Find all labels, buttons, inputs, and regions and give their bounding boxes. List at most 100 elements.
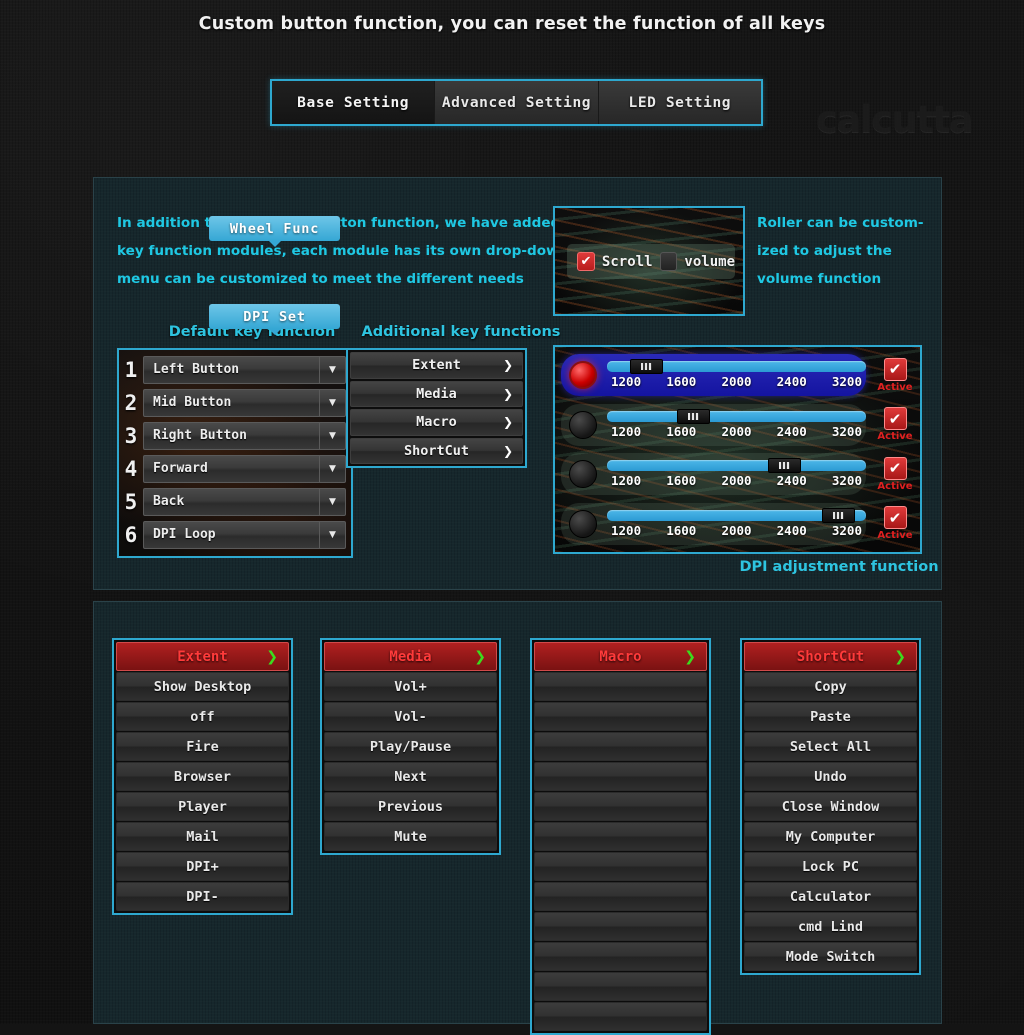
dpi-slider-handle[interactable] xyxy=(630,359,664,374)
dpi-led-indicator[interactable] xyxy=(569,361,597,389)
dpi-active-toggle[interactable]: ✔ Active xyxy=(874,407,916,442)
list-item[interactable]: Close Window xyxy=(744,792,917,821)
list-item[interactable] xyxy=(534,672,707,701)
extent-list-header[interactable]: Extent ❯ xyxy=(116,642,289,671)
tab-base-setting[interactable]: Base Setting xyxy=(272,81,436,124)
list-item[interactable] xyxy=(534,882,707,911)
dpi-led-indicator[interactable] xyxy=(569,410,597,439)
list-item[interactable]: Undo xyxy=(744,762,917,791)
chevron-down-icon[interactable]: ▼ xyxy=(319,422,345,449)
list-item[interactable]: Player xyxy=(116,792,289,821)
macro-dropdown-list: Macro ❯ xyxy=(530,638,711,1035)
list-item[interactable]: DPI- xyxy=(116,882,289,911)
key-dropdown-6[interactable]: DPI Loop ▼ xyxy=(143,520,346,549)
list-item[interactable] xyxy=(534,972,707,1001)
dpi-row-2[interactable]: 1200 1600 2000 2400 3200 ✔ Active xyxy=(559,402,916,448)
additional-key-extent[interactable]: Extent ❯ xyxy=(350,352,523,379)
list-item[interactable]: Vol- xyxy=(324,702,497,731)
list-item[interactable]: Copy xyxy=(744,672,917,701)
list-item[interactable]: Fire xyxy=(116,732,289,761)
list-item[interactable]: Calculator xyxy=(744,882,917,911)
list-item[interactable]: Previous xyxy=(324,792,497,821)
active-label: Active xyxy=(877,480,913,492)
dpi-slider-track[interactable] xyxy=(607,507,866,523)
list-item[interactable]: Browser xyxy=(116,762,289,791)
chevron-down-icon[interactable]: ▼ xyxy=(319,389,345,416)
dpi-adjustment-caption: DPI adjustment function xyxy=(739,559,939,575)
list-item[interactable]: Play/Pause xyxy=(324,732,497,761)
additional-key-macro[interactable]: Macro ❯ xyxy=(350,409,523,436)
dpi-slider-4[interactable]: 1200 1600 2000 2400 3200 xyxy=(607,507,866,538)
list-item-label: Next xyxy=(394,768,427,785)
list-item[interactable]: off xyxy=(116,702,289,731)
dpi-row-3[interactable]: 1200 1600 2000 2400 3200 ✔ Active xyxy=(559,451,916,497)
list-item[interactable]: Next xyxy=(324,762,497,791)
dpi-active-toggle[interactable]: ✔ Active xyxy=(874,456,916,492)
dpi-slider-track[interactable] xyxy=(607,458,866,474)
chevron-down-icon[interactable]: ▼ xyxy=(319,488,345,515)
list-item[interactable] xyxy=(534,852,707,881)
scroll-checkbox[interactable]: ✔ xyxy=(577,252,595,271)
dpi-set-chip[interactable]: DPI Set xyxy=(209,304,340,335)
shortcut-list-header[interactable]: ShortCut ❯ xyxy=(744,642,917,671)
additional-key-media[interactable]: Media ❯ xyxy=(350,380,523,407)
dpi-slider-1[interactable]: 1200 1600 2000 2400 3200 xyxy=(607,359,866,389)
list-item-label: Mail xyxy=(186,828,219,845)
chevron-down-icon[interactable]: ▼ xyxy=(319,455,345,482)
list-item[interactable]: Mute xyxy=(324,822,497,851)
default-key-row: 3 Right Button ▼ xyxy=(119,419,348,452)
list-item[interactable]: Lock PC xyxy=(744,852,917,881)
list-item[interactable] xyxy=(534,912,707,941)
list-item[interactable]: Select All xyxy=(744,732,917,761)
macro-list-header[interactable]: Macro ❯ xyxy=(534,642,707,671)
list-item[interactable]: Mode Switch xyxy=(744,942,917,971)
tab-advanced-setting[interactable]: Advanced Setting xyxy=(435,81,599,124)
dpi-active-toggle[interactable]: ✔ Active xyxy=(874,506,916,541)
dpi-slider-3[interactable]: 1200 1600 2000 2400 3200 xyxy=(607,458,866,488)
dpi-row-1[interactable]: 1200 1600 2000 2400 3200 ✔ Active xyxy=(559,352,916,398)
active-checkbox[interactable]: ✔ xyxy=(883,407,907,431)
key-dropdown-value: Back xyxy=(153,494,185,509)
dpi-slider-2[interactable]: 1200 1600 2000 2400 3200 xyxy=(607,408,866,439)
list-item[interactable] xyxy=(534,792,707,821)
active-checkbox[interactable]: ✔ xyxy=(883,506,907,530)
list-item[interactable]: cmd Lind xyxy=(744,912,917,941)
dpi-led-indicator[interactable] xyxy=(569,509,597,538)
key-dropdown-2[interactable]: Mid Button ▼ xyxy=(143,388,346,417)
dpi-slider-handle[interactable] xyxy=(821,507,855,523)
key-dropdown-4[interactable]: Forward ▼ xyxy=(143,454,346,483)
additional-key-shortcut[interactable]: ShortCut ❯ xyxy=(350,437,523,464)
tab-led-setting[interactable]: LED Setting xyxy=(598,81,761,124)
chevron-down-icon[interactable]: ▼ xyxy=(319,521,345,548)
list-item[interactable] xyxy=(534,732,707,761)
dpi-slider-handle[interactable] xyxy=(676,408,710,424)
list-item[interactable]: Paste xyxy=(744,702,917,731)
active-checkbox[interactable]: ✔ xyxy=(883,357,907,381)
list-item[interactable]: My Computer xyxy=(744,822,917,851)
dpi-slider-handle[interactable] xyxy=(767,458,801,474)
volume-label: volume xyxy=(684,253,735,270)
list-item[interactable]: Show Desktop xyxy=(116,672,289,701)
list-item[interactable] xyxy=(534,942,707,971)
key-dropdown-5[interactable]: Back ▼ xyxy=(143,487,346,516)
active-checkbox[interactable]: ✔ xyxy=(883,456,907,480)
list-item[interactable]: DPI+ xyxy=(116,852,289,881)
list-item[interactable] xyxy=(534,822,707,851)
chevron-down-icon[interactable]: ▼ xyxy=(319,356,345,383)
wheel-func-chip[interactable]: Wheel Func xyxy=(209,216,340,247)
volume-checkbox[interactable] xyxy=(659,252,678,271)
list-item[interactable]: Mail xyxy=(116,822,289,851)
key-dropdown-1[interactable]: Left Button ▼ xyxy=(143,355,346,384)
dpi-row-4[interactable]: 1200 1600 2000 2400 3200 ✔ Active xyxy=(559,501,916,547)
bottom-lists-panel: Extent ❯ Show Desktop off Fire Browser P… xyxy=(93,601,942,1035)
dpi-slider-track[interactable] xyxy=(607,359,866,374)
list-item[interactable] xyxy=(534,1002,707,1031)
list-item[interactable] xyxy=(534,762,707,791)
media-list-header[interactable]: Media ❯ xyxy=(324,642,497,671)
list-item[interactable]: Vol+ xyxy=(324,672,497,701)
list-item[interactable] xyxy=(534,702,707,731)
dpi-active-toggle[interactable]: ✔ Active xyxy=(874,357,916,393)
key-dropdown-3[interactable]: Right Button ▼ xyxy=(143,421,346,450)
default-key-row: 2 Mid Button ▼ xyxy=(119,386,348,419)
dpi-slider-track[interactable] xyxy=(607,408,866,424)
